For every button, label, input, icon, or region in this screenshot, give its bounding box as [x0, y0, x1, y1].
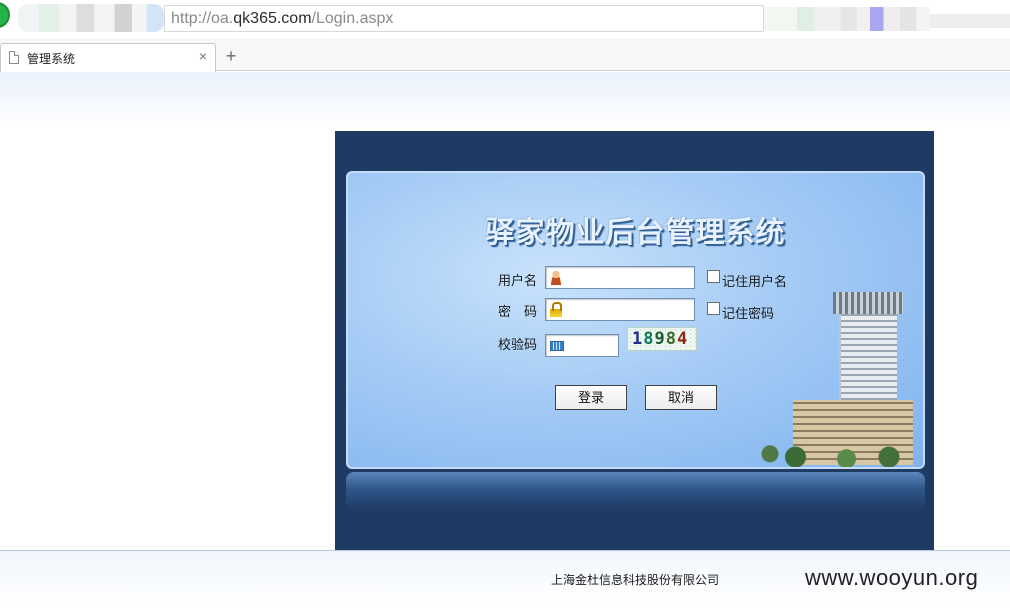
- tower-crown: [833, 292, 903, 314]
- address-bar: http://oa.qk365.com/Login.aspx: [0, 0, 1010, 38]
- close-icon[interactable]: ×: [199, 48, 207, 64]
- blurred-menu-area: [930, 14, 1010, 28]
- buildings-illustration: [753, 292, 923, 467]
- login-button[interactable]: 登录: [555, 385, 627, 410]
- captcha-code: 18984: [632, 329, 688, 349]
- login-frame: 驿家物业后台管理系统 用户名 记住用户名 密 码 记住密码 校验码 18984 …: [335, 131, 934, 550]
- url-prefix: http://oa.: [171, 10, 234, 27]
- page-content: 驿家物业后台管理系统 用户名 记住用户名 密 码 记住密码 校验码 18984 …: [0, 72, 1010, 608]
- password-label: 密 码: [498, 304, 538, 319]
- keyboard-icon: [550, 341, 564, 351]
- captcha-char: 8: [665, 329, 677, 349]
- top-gradient: [0, 72, 1010, 130]
- password-input[interactable]: [545, 298, 695, 321]
- remember-username-label: 记住用户名: [722, 274, 788, 289]
- tab-bar: 管理系统 × +: [0, 38, 1010, 72]
- url-host: qk365.com: [233, 10, 312, 27]
- blurred-toolbar-area: [18, 4, 164, 32]
- username-input[interactable]: [545, 266, 695, 289]
- url-input[interactable]: http://oa.qk365.com/Login.aspx: [164, 5, 764, 32]
- remember-password-checkbox[interactable]: [707, 302, 720, 315]
- user-icon: [549, 270, 563, 285]
- captcha-image[interactable]: 18984: [627, 327, 697, 351]
- watermark-text: www.wooyun.org: [805, 565, 979, 590]
- username-label: 用户名: [498, 273, 538, 288]
- captcha-char: 1: [632, 329, 644, 349]
- copyright-text: 上海金杜信息科技股份有限公司: [551, 573, 720, 587]
- tab-management-system[interactable]: 管理系统 ×: [0, 43, 216, 72]
- browser-logo-icon[interactable]: [0, 2, 10, 28]
- remember-username-checkbox[interactable]: [707, 270, 720, 283]
- new-tab-button[interactable]: +: [220, 46, 242, 68]
- captcha-char: 4: [677, 329, 689, 349]
- decorative-bar: [346, 472, 925, 510]
- page-icon: [9, 51, 19, 64]
- trees: [753, 434, 923, 467]
- captcha-char: 8: [643, 329, 655, 349]
- page-title: 驿家物业后台管理系统: [485, 217, 786, 249]
- blurred-extension-area: [764, 7, 930, 31]
- tab-title: 管理系统: [27, 52, 76, 66]
- lock-icon: [550, 302, 564, 317]
- footer: 上海金杜信息科技股份有限公司 www.wooyun.org: [0, 551, 1010, 608]
- captcha-label: 校验码: [498, 337, 538, 352]
- url-path: /Login.aspx: [311, 10, 394, 27]
- login-panel: 驿家物业后台管理系统 用户名 记住用户名 密 码 记住密码 校验码 18984 …: [346, 171, 925, 469]
- cancel-button[interactable]: 取消: [645, 385, 717, 410]
- captcha-char: 9: [654, 329, 666, 349]
